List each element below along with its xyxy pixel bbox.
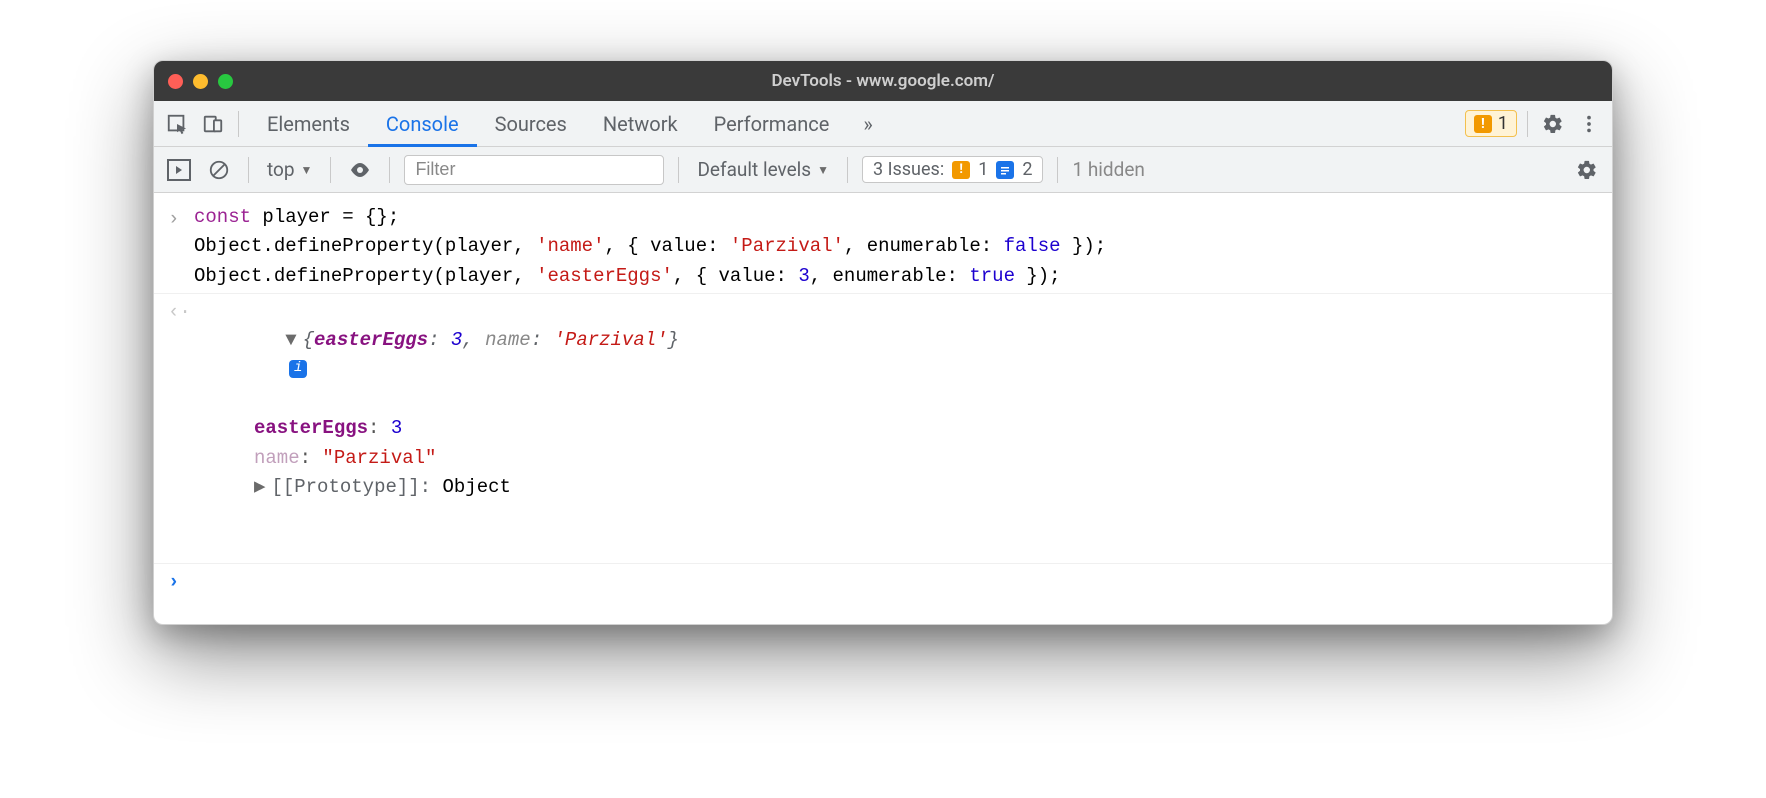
divider xyxy=(678,157,679,183)
divider xyxy=(238,111,239,137)
panel-tab-console[interactable]: Console xyxy=(368,101,477,146)
inspect-element-icon[interactable] xyxy=(162,109,192,139)
console-result-content: ▼ {easterEggs: 3, name: 'Parzival'} i eas… xyxy=(194,296,1598,561)
object-property-row: easterEggs: 3 xyxy=(224,414,1598,443)
issues-counter[interactable]: 3 Issues: ! 1 2 xyxy=(862,156,1043,183)
log-levels-label: Default levels xyxy=(697,158,811,181)
expand-toggle-icon[interactable]: ▼ xyxy=(285,326,296,355)
info-badge-icon[interactable]: i xyxy=(289,360,307,378)
object-preview[interactable]: {easterEggs: 3, name: 'Parzival'} xyxy=(303,329,679,351)
issues-info-count: 2 xyxy=(1022,159,1032,180)
panel-tabs-row: ElementsConsoleSourcesNetworkPerformance… xyxy=(154,101,1612,147)
hidden-messages-label[interactable]: 1 hidden xyxy=(1072,158,1144,181)
console-input-code: const player = {};Object.defineProperty(… xyxy=(194,203,1598,291)
window-title: DevTools - www.google.com/ xyxy=(154,71,1612,91)
panel-tab-network[interactable]: Network xyxy=(585,101,696,146)
chevron-down-icon: ▼ xyxy=(301,163,313,177)
live-expression-button[interactable] xyxy=(345,155,375,185)
info-icon xyxy=(996,161,1014,179)
console-prompt-row[interactable]: › xyxy=(154,564,1612,599)
divider xyxy=(389,157,390,183)
issues-warn-count: 1 xyxy=(978,159,988,180)
more-tabs-button[interactable]: » xyxy=(853,101,882,146)
object-properties: easterEggs: 3name: "Parzival"▶[[Prototyp… xyxy=(194,414,1598,502)
issues-badge-count: 1 xyxy=(1498,113,1508,134)
object-property-row: name: "Parzival" xyxy=(224,444,1598,473)
panel-tab-sources[interactable]: Sources xyxy=(477,101,585,146)
input-prompt-icon: › xyxy=(168,203,194,291)
tabs-container: ElementsConsoleSourcesNetworkPerformance xyxy=(249,101,847,146)
console-toolbar: top ▼ Default levels ▼ 3 Issues: ! 1 2 1… xyxy=(154,147,1612,193)
console-output: › const player = {};Object.definePropert… xyxy=(154,193,1612,624)
traffic-lights xyxy=(168,74,233,89)
settings-button[interactable] xyxy=(1538,109,1568,139)
context-selector-label: top xyxy=(267,158,295,181)
filter-input[interactable] xyxy=(404,155,664,185)
output-indicator-icon: ‹· xyxy=(168,296,194,561)
issues-badge[interactable]: ! 1 xyxy=(1465,110,1517,137)
divider xyxy=(1527,111,1528,137)
sidebar-toggle-icon xyxy=(167,159,191,181)
divider xyxy=(330,157,331,183)
close-window-button[interactable] xyxy=(168,74,183,89)
console-input-row: › const player = {};Object.definePropert… xyxy=(154,201,1612,294)
warning-icon: ! xyxy=(952,161,970,179)
titlebar: DevTools - www.google.com/ xyxy=(154,61,1612,101)
more-options-button[interactable] xyxy=(1574,109,1604,139)
issues-label: 3 Issues: xyxy=(873,159,944,180)
show-console-sidebar-button[interactable] xyxy=(164,155,194,185)
prototype-row[interactable]: ▶[[Prototype]]: Object xyxy=(224,473,1598,502)
context-selector[interactable]: top ▼ xyxy=(263,158,316,181)
divider xyxy=(1057,157,1058,183)
console-result-row: ‹· ▼ {easterEggs: 3, name: 'Parzival'} i … xyxy=(154,294,1612,564)
device-toolbar-icon[interactable] xyxy=(198,109,228,139)
console-settings-button[interactable] xyxy=(1572,155,1602,185)
minimize-window-button[interactable] xyxy=(193,74,208,89)
divider xyxy=(248,157,249,183)
panel-tab-performance[interactable]: Performance xyxy=(696,101,848,146)
maximize-window-button[interactable] xyxy=(218,74,233,89)
prompt-icon: › xyxy=(168,566,194,597)
panel-tab-elements[interactable]: Elements xyxy=(249,101,368,146)
log-levels-selector[interactable]: Default levels ▼ xyxy=(693,158,833,181)
warning-icon: ! xyxy=(1474,115,1492,133)
divider xyxy=(847,157,848,183)
devtools-window: DevTools - www.google.com/ ElementsConso… xyxy=(153,60,1613,625)
console-prompt-input[interactable] xyxy=(194,566,1598,597)
chevron-down-icon: ▼ xyxy=(817,163,829,177)
clear-console-button[interactable] xyxy=(204,155,234,185)
